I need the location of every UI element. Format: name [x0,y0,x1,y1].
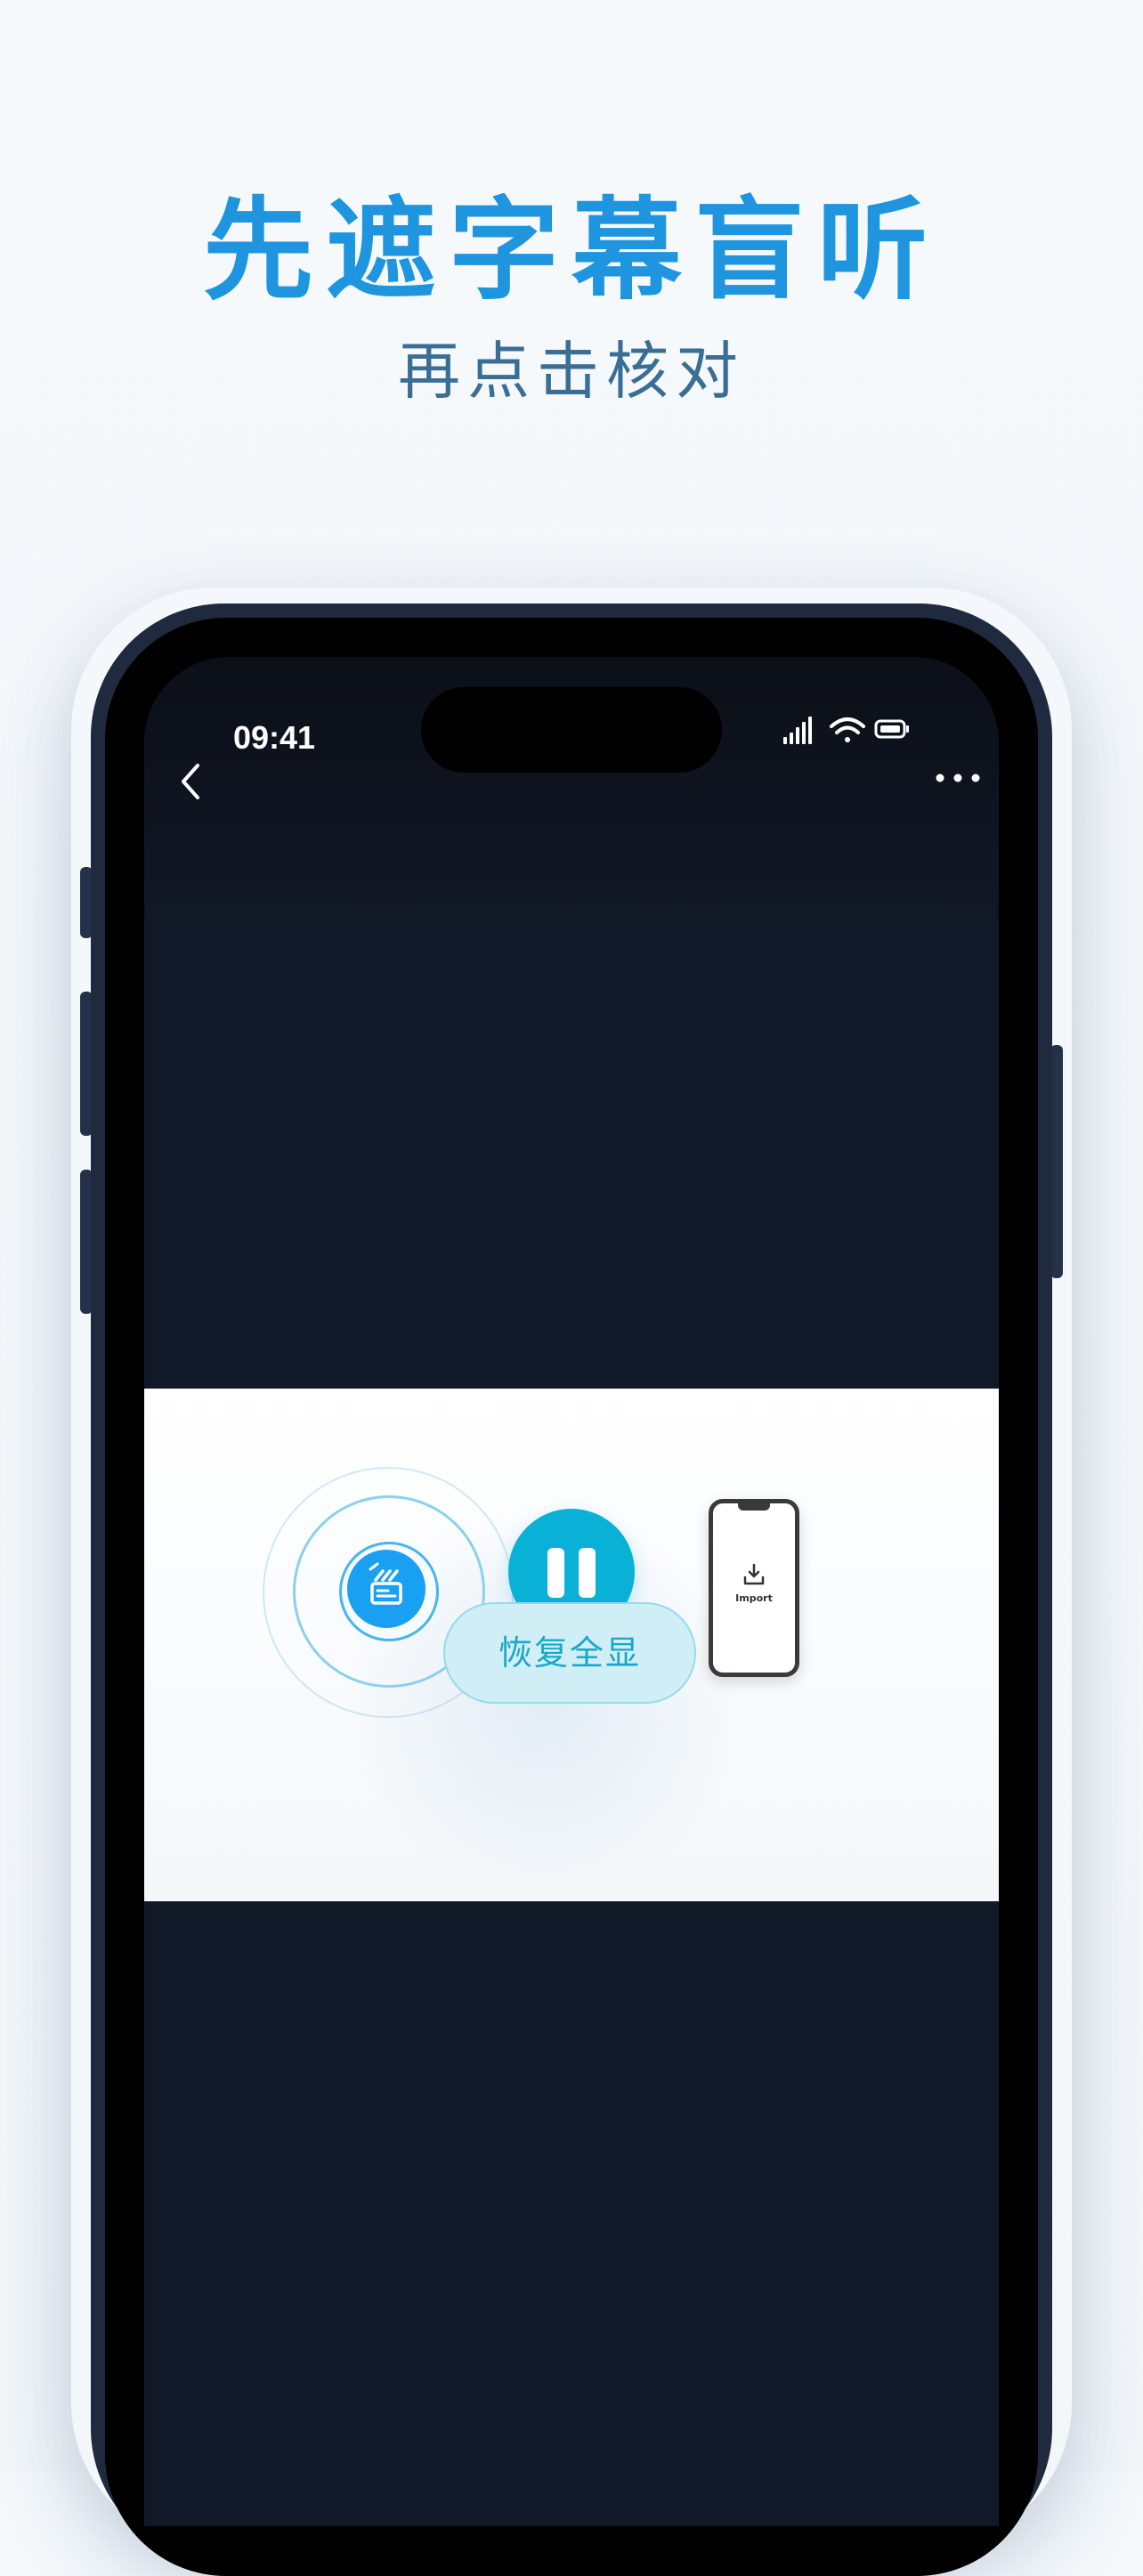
status-icons [783,714,926,749]
subtitle-toggle-button[interactable] [347,1550,426,1628]
demo-panel: Import 恢复全显 [144,1389,999,1901]
battery-icon [874,719,909,739]
restore-subtitles-button[interactable]: 恢复全显 [443,1602,696,1704]
import-device-illustration[interactable]: Import [709,1499,799,1677]
phone-screen: 09:41 Import 恢复全显 [144,657,999,2526]
wifi-icon [830,717,865,742]
more-horizontal-icon[interactable] [933,771,986,785]
phone-power-button [1050,1045,1063,1278]
pause-icon-bar-left [547,1548,564,1598]
download-icon [742,1562,766,1587]
subtitle-toggle-icon [369,1562,402,1605]
promo-subheadline: 再点击核对 [398,335,745,408]
status-time: 09:41 [233,719,316,756]
dynamic-island [421,687,722,773]
cellular-signal-icon [783,717,812,744]
chevron-left-icon[interactable] [171,755,215,808]
import-label: Import [735,1592,773,1604]
mini-phone-notch [738,1503,770,1511]
promo-headline: 先遮字幕盲听 [202,187,940,315]
pause-icon-bar-right [579,1548,596,1598]
